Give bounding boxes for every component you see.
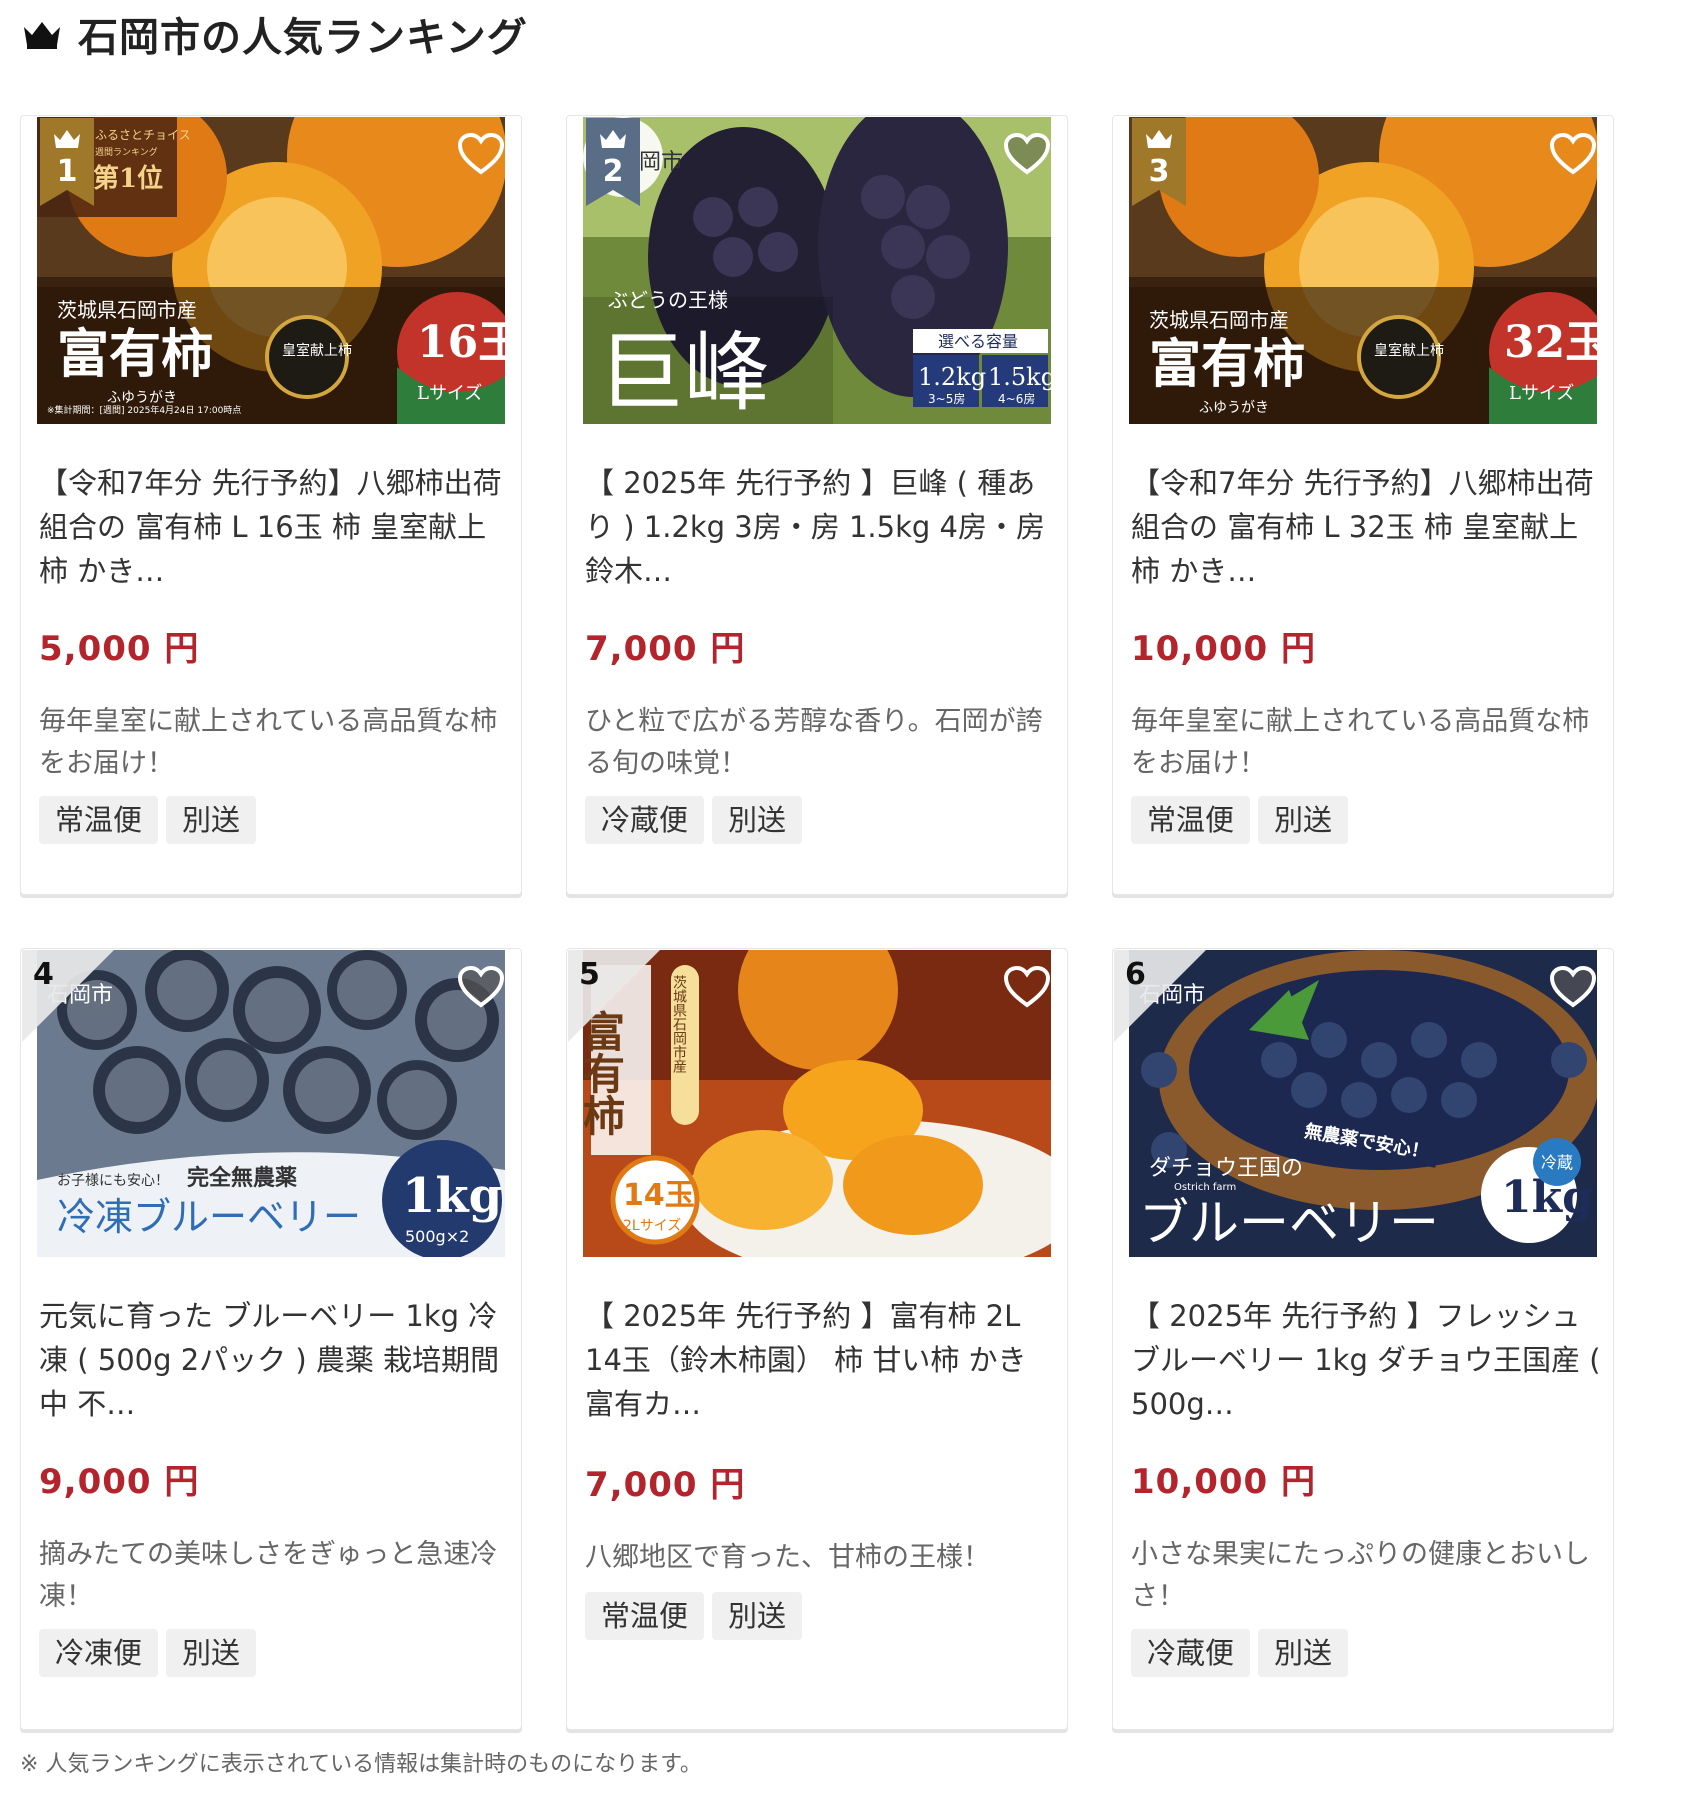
favorite-heart-icon[interactable] [457,132,505,176]
shipping-tag: 別送 [166,796,257,844]
product-image-kyoho-grape[interactable]: ぶどうの王様 巨峰 選べる容量 1.2kg 1.5kg 3~5房 4~6房 石岡… [583,117,1051,424]
ranking-card-1[interactable]: 茨城県石岡市産 富有柿 ふゆうがき 皇室献上柿 16玉 Lサイズ ※集計期間：[… [20,115,522,895]
ranking-card-2[interactable]: ぶどうの王様 巨峰 選べる容量 1.2kg 1.5kg 3~5房 4~6房 石岡… [566,115,1068,895]
shipping-tags: 常温便 別送 [1131,796,1349,844]
product-description: ひと粒で広がる芳醇な香り。石岡が誇る旬の味覚！ [585,706,1043,779]
shipping-tag: 冷蔵便 [1131,1629,1251,1677]
img-count: 16玉 [417,317,505,368]
rank-number: 3 [1148,154,1170,189]
rank-number: 6 [1125,957,1146,992]
favorite-heart-icon[interactable] [1549,132,1597,176]
product-price: 10,000 円 [1131,629,1317,669]
footer-note: ※ 人気ランキングに表示されている情報は集計時のものになります。 [20,1752,702,1777]
img-size: 2Lサイズ [623,1218,681,1234]
shipping-tags: 冷蔵便 別送 [585,796,803,844]
img-opt2: 1.5kg [988,363,1051,391]
shipping-tag: 別送 [166,1629,257,1677]
product-image-persimmon-16[interactable]: 茨城県石岡市産 富有柿 ふゆうがき 皇室献上柿 16玉 Lサイズ ※集計期間：[… [37,117,505,424]
img-sub: 茨城県石岡市産 [57,298,197,322]
img-sub: 茨城県石岡市産 [1149,308,1289,332]
rank-number: 4 [33,957,54,992]
img-nopest: 完全無農薬 [187,1165,297,1191]
img-name: 富有柿 [57,324,213,385]
product-description: 八郷地区で育った、甘柿の王様！ [585,1542,990,1573]
product-description: 小さな果実にたっぷりの健康とおいしさ！ [1131,1539,1590,1612]
rank-number: 2 [602,154,624,189]
ranking-header: 石岡市の人気ランキング [22,6,528,62]
img-kids: お子様にも安心！ [57,1173,169,1189]
img-opt1: 1.2kg [918,363,986,391]
ranking-card-3[interactable]: 茨城県石岡市産 富有柿 ふゆうがき 皇室献上柿 32玉 Lサイズ 3 【令和7年… [1112,115,1614,895]
img-pack: 500g×2 [405,1227,469,1246]
img-size: Lサイズ [1509,383,1574,404]
ranking-card-6[interactable]: 無農薬で安心！ ダチョウ王国の Ostrich farm ブルーベリー 1kg … [1112,948,1614,1730]
img-size: Lサイズ [417,383,482,404]
product-title[interactable]: 【 2025年 先行予約 】フレッシュブルーベリー 1kg ダチョウ王国産 ( … [1131,1294,1601,1426]
favorite-heart-icon[interactable] [1003,132,1051,176]
product-title[interactable]: 【 2025年 先行予約 】富有柿 2L 14玉（鈴木柿園） 柿 甘い柿 かき … [585,1294,1055,1426]
product-price: 5,000 円 [39,629,200,669]
img-brand-en: Ostrich farm [1174,1182,1236,1193]
section-title: 石岡市の人気ランキング [78,15,528,61]
img-seal: 皇室献上柿 [282,342,352,359]
img-choose: 選べる容量 [938,332,1018,351]
shipping-tag: 冷凍便 [39,1629,159,1677]
shipping-tags: 冷凍便 別送 [39,1629,257,1677]
shipping-tag: 冷蔵便 [585,796,705,844]
rank-number: 5 [579,957,600,992]
img-opt2sub: 4~6房 [998,391,1035,406]
product-title[interactable]: 【令和7年分 先行予約】八郷柿出荷組合の 富有柿 L 32玉 柿 皇室献上柿 か… [1131,461,1601,593]
img-seal: 皇室献上柿 [1374,342,1444,359]
product-price: 10,000 円 [1131,1462,1317,1502]
img-name: 富有柿 [1149,334,1305,395]
img-origin: 茨城県石岡市産 [671,975,687,1074]
product-description: 毎年皇室に献上されている高品質な柿をお届け！ [1131,706,1590,779]
crown-icon [24,22,60,49]
img-brand: ダチョウ王国の [1149,1156,1303,1181]
shipping-tag: 別送 [712,1592,803,1640]
product-description: 摘みたての美味しさをぎゅっと急速冷凍！ [39,1539,498,1612]
img-kana: ふゆうがき [1199,400,1269,416]
product-price: 7,000 円 [585,629,746,669]
product-title[interactable]: 【 2025年 先行予約 】巨峰 ( 種あり ) 1.2kg 3房・房 1.5k… [585,461,1055,593]
product-title[interactable]: 【令和7年分 先行予約】八郷柿出荷組合の 富有柿 L 16玉 柿 皇室献上柿 か… [39,461,509,593]
product-price: 9,000 円 [39,1462,200,1502]
shipping-tag: 常温便 [1131,796,1251,844]
shipping-tag: 別送 [712,796,803,844]
favorite-heart-icon[interactable] [1003,965,1051,1009]
favorite-heart-icon[interactable] [1549,965,1597,1009]
shipping-tag: 常温便 [39,796,159,844]
shipping-tag: 別送 [1258,1629,1349,1677]
favorite-heart-icon[interactable] [457,965,505,1009]
product-price: 7,000 円 [585,1465,746,1505]
ranking-card-5[interactable]: 富有柿 茨城県石岡市産 14玉 2Lサイズ 5 【 2025年 先行予約 】富有… [566,948,1068,1730]
shipping-tag: 常温便 [585,1592,705,1640]
img-cold: 冷蔵 [1541,1153,1573,1172]
product-title[interactable]: 元気に育った ブルーベリー 1kg 冷凍 ( 500g 2パック ) 農薬 栽培… [39,1294,509,1426]
shipping-tags: 常温便 別送 [585,1592,803,1640]
img-count: 32玉 [1504,317,1597,368]
img-kana: ふゆうがき [107,390,177,406]
img-badge-top: ふるさとチョイス [95,128,191,142]
shipping-tags: 冷蔵便 別送 [1131,1629,1349,1677]
shipping-tag: 別送 [1258,796,1349,844]
ranking-card-4[interactable]: お子様にも安心！ 完全無農薬 冷凍ブルーベリー 1kg 500g×2 石岡市 4… [20,948,522,1730]
img-name: 冷凍ブルーベリー [57,1195,361,1239]
img-period: ※集計期間：[週間] 2025年4月24日 17:00時点 [47,404,241,416]
img-badge-mid: 週間ランキング [95,146,158,158]
img-name: 巨峰 [598,323,770,423]
img-badge-rank: 第1位 [93,163,163,194]
shipping-tags: 常温便 別送 [39,796,257,844]
img-count: 14玉 [623,1178,695,1213]
product-description: 毎年皇室に献上されている高品質な柿をお届け！ [39,706,498,779]
img-opt1sub: 3~5房 [928,391,965,406]
img-name: ブルーベリー [1139,1194,1439,1252]
img-sub: ぶどうの王様 [608,288,728,312]
product-image-persimmon-32[interactable]: 茨城県石岡市産 富有柿 ふゆうがき 皇室献上柿 32玉 Lサイズ [1129,117,1597,424]
img-weight: 1kg [402,1168,502,1224]
rank-number: 1 [56,154,78,189]
